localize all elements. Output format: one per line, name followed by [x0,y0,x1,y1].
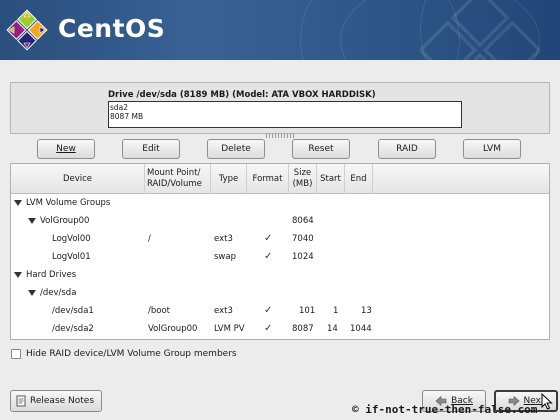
column-size-label-line2: (MB) [292,179,313,189]
column-format[interactable]: Format [247,164,289,194]
column-mount-label-line2: RAID/Volume [147,179,202,189]
row-device: /dev/sda1 [52,306,94,316]
header-banner: CentOS [0,0,560,60]
pane-resize-grip[interactable] [266,133,294,138]
reset-button-label: Reset [308,144,334,154]
row-size: 8064 [292,216,314,226]
row-device: /dev/sda [40,288,77,298]
row-size: 101 [299,306,316,316]
table-row[interactable]: VolGroup00 8064 [11,213,549,231]
partition-segment-size: 8087 MB [110,112,144,121]
expander-open-icon[interactable] [14,272,22,278]
row-type: ext3 [214,234,233,244]
row-device: LVM Volume Groups [26,198,111,208]
centos-logo-icon [6,9,48,51]
table-row[interactable]: Hard Drives [11,267,549,285]
column-type[interactable]: Type [211,164,247,194]
hide-members-toggle[interactable]: Hide RAID device/LVM Volume Group member… [11,349,237,359]
drive-panel: Drive /dev/sda (8189 MB) (Model: ATA VBO… [10,82,550,134]
row-device: /dev/sda2 [52,324,94,334]
row-type: swap [214,252,236,262]
table-header: Device Mount Point/ RAID/Volume Type For… [11,164,549,194]
release-notes-icon [16,395,26,407]
column-end-label: End [350,173,367,184]
row-end: 1044 [350,324,372,334]
release-notes-label: Release Notes [30,396,95,406]
new-button[interactable]: New [37,139,95,159]
drive-title: Drive /dev/sda (8189 MB) (Model: ATA VBO… [108,90,376,100]
reset-button[interactable]: Reset [292,139,350,159]
raid-button[interactable]: RAID [378,139,436,159]
hide-members-label: Hide RAID device/LVM Volume Group member… [26,349,237,359]
format-check-icon: ✓ [264,233,273,244]
row-device: Hard Drives [26,270,77,280]
row-device: LogVol01 [52,252,91,262]
row-size: 7040 [292,234,314,244]
column-mount-label-line1: Mount Point/ [147,168,201,178]
table-row[interactable]: LogVol00 / ext3 ✓ 7040 [11,231,549,249]
site-watermark: © if-not-true-then-false.com [352,403,538,416]
edit-button-label: Edit [142,144,160,154]
delete-button[interactable]: Delete [207,139,265,159]
release-notes-button[interactable]: Release Notes [10,390,102,412]
column-device[interactable]: Device [11,164,145,194]
expander-open-icon[interactable] [28,218,36,224]
row-device: LogVol00 [52,234,91,244]
column-start-label: Start [320,173,341,184]
format-check-icon: ✓ [264,305,273,316]
row-mount: VolGroup00 [148,324,198,334]
column-type-label: Type [218,173,239,184]
column-size-label-line1: Size [293,168,312,178]
table-row[interactable]: /dev/sda2 VolGroup00 LVM PV ✓ 8087 14 10… [11,321,549,339]
logo-text: CentOS [58,14,166,43]
drive-partition-bar[interactable]: sda2 8087 MB [108,101,462,128]
row-mount: /boot [148,306,170,316]
lvm-button-label: LVM [483,144,501,154]
row-mount: / [148,234,151,244]
table-row[interactable]: LVM Volume Groups [11,195,549,213]
table-row[interactable]: LogVol01 swap ✓ 1024 [11,249,549,267]
column-device-label: Device [62,173,93,184]
mouse-pointer-icon [541,393,553,410]
format-check-icon: ✓ [264,323,273,334]
new-button-label: New [56,144,76,154]
expander-open-icon[interactable] [28,290,36,296]
row-size: 1024 [292,252,314,262]
row-type: ext3 [214,306,233,316]
partition-segment[interactable]: sda2 8087 MB [110,103,143,121]
hide-members-checkbox[interactable] [11,349,21,359]
column-mount-point[interactable]: Mount Point/ RAID/Volume [145,164,211,194]
expander-open-icon[interactable] [14,200,22,206]
column-size[interactable]: Size (MB) [289,164,317,194]
table-row[interactable]: /dev/sda1 /boot ext3 ✓ 101 1 13 [11,303,549,321]
edit-button[interactable]: Edit [122,139,180,159]
raid-button-label: RAID [396,144,418,154]
lvm-button[interactable]: LVM [463,139,521,159]
delete-button-label: Delete [221,144,251,154]
row-start: 1 [333,306,339,316]
column-start[interactable]: Start [317,164,345,194]
format-check-icon: ✓ [264,251,273,262]
row-end: 13 [361,306,372,316]
partition-segment-name: sda2 [110,103,129,112]
background-logo-watermark [420,0,540,60]
column-format-label: Format [252,173,283,184]
table-row[interactable]: /dev/sda [11,285,549,303]
row-type: LVM PV [214,324,245,334]
row-device: VolGroup00 [40,216,90,226]
row-size: 8087 [292,324,314,334]
partition-table[interactable]: Device Mount Point/ RAID/Volume Type For… [10,163,550,340]
row-start: 14 [327,324,338,334]
column-end[interactable]: End [345,164,373,194]
